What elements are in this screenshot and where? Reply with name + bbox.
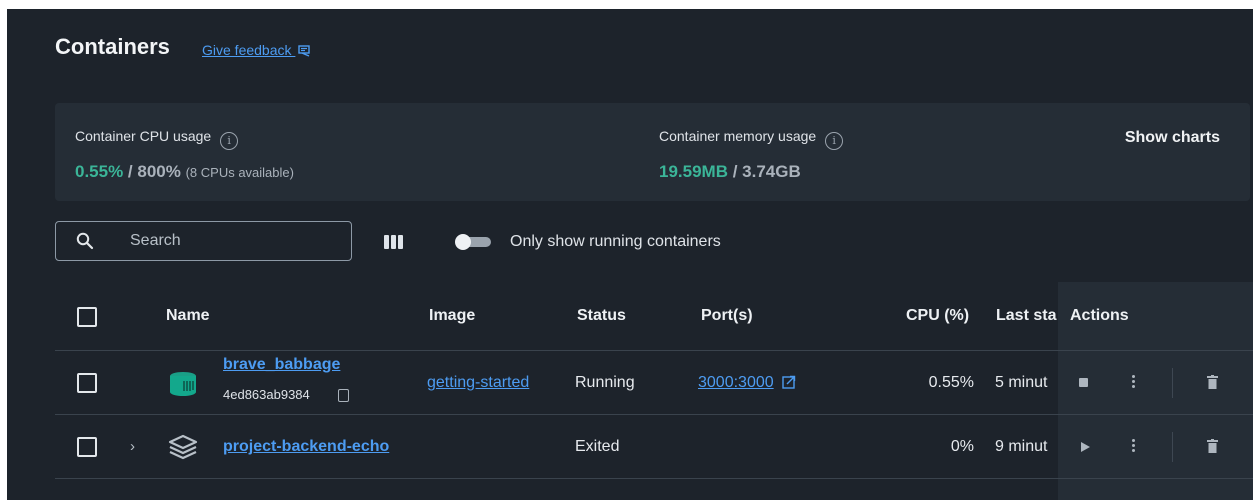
more-options-icon[interactable] bbox=[1132, 439, 1136, 454]
cpu-info-icon[interactable]: i bbox=[220, 132, 239, 150]
external-link-icon bbox=[782, 375, 796, 389]
column-header-image[interactable]: Image bbox=[429, 307, 475, 325]
last-started-value: 9 minut bbox=[995, 438, 1048, 455]
image-link[interactable]: getting-started bbox=[427, 374, 529, 391]
search-input[interactable] bbox=[130, 230, 330, 252]
actions-divider bbox=[1172, 368, 1173, 398]
search-icon bbox=[76, 232, 94, 250]
cpu-value: 0.55% bbox=[928, 374, 974, 391]
row-divider bbox=[55, 478, 1253, 479]
memory-usage-heading: Container memory usage i bbox=[659, 128, 844, 150]
row-checkbox[interactable] bbox=[77, 437, 97, 457]
column-header-ports[interactable]: Port(s) bbox=[701, 307, 753, 325]
memory-total: 3.74GB bbox=[742, 162, 801, 181]
column-header-status[interactable]: Status bbox=[577, 307, 626, 325]
memory-separator: / bbox=[727, 162, 743, 181]
port-label: 3000:3000 bbox=[698, 374, 774, 391]
select-all-checkbox[interactable] bbox=[77, 307, 97, 327]
chevron-right-icon[interactable]: › bbox=[130, 438, 135, 455]
status-text: Running bbox=[575, 374, 635, 391]
stop-icon[interactable] bbox=[1079, 378, 1088, 387]
container-icon bbox=[170, 372, 196, 396]
running-only-label: Only show running containers bbox=[510, 233, 721, 250]
cpu-available-note: (8 CPUs available) bbox=[185, 165, 294, 180]
actions-divider bbox=[1172, 432, 1173, 462]
row-checkbox[interactable] bbox=[77, 373, 97, 393]
memory-usage-label: Container memory usage bbox=[659, 128, 817, 144]
give-feedback-link[interactable]: Give feedback bbox=[202, 42, 311, 58]
container-id: 4ed863ab9384 bbox=[223, 387, 310, 402]
cpu-used: 0.55% bbox=[75, 162, 124, 181]
containers-page: Containers Give feedback Container CPU u… bbox=[7, 9, 1253, 500]
memory-usage-value: 19.59MB / 3.74GB bbox=[659, 162, 801, 182]
column-header-cpu[interactable]: CPU (%) bbox=[906, 307, 969, 325]
container-name-link[interactable]: brave_babbage bbox=[223, 356, 340, 374]
play-icon[interactable] bbox=[1081, 442, 1090, 452]
status-text: Exited bbox=[575, 438, 620, 455]
cpu-usage-heading: Container CPU usage i bbox=[75, 128, 239, 150]
port-link[interactable]: 3000:3000 bbox=[698, 374, 796, 392]
project-name-link[interactable]: project-backend-echo bbox=[223, 438, 389, 456]
copy-id-icon[interactable] bbox=[338, 389, 349, 402]
more-options-icon[interactable] bbox=[1132, 375, 1136, 390]
delete-icon[interactable] bbox=[1207, 439, 1218, 453]
show-charts-button[interactable]: Show charts bbox=[1125, 129, 1220, 147]
cpu-value: 0% bbox=[950, 438, 974, 455]
memory-info-icon[interactable]: i bbox=[825, 132, 844, 150]
row-divider bbox=[55, 414, 1253, 415]
memory-used: 19.59MB bbox=[659, 162, 728, 181]
stack-icon bbox=[168, 434, 198, 460]
usage-stats-card: Container CPU usage i 0.55% / 800% (8 CPU… bbox=[55, 103, 1250, 201]
feedback-icon bbox=[298, 45, 311, 57]
column-header-actions: Actions bbox=[1070, 307, 1129, 324]
last-started-value: 5 minut bbox=[995, 374, 1048, 391]
cpu-usage-label: Container CPU usage bbox=[75, 128, 212, 144]
search-box[interactable] bbox=[55, 221, 352, 261]
delete-icon[interactable] bbox=[1207, 375, 1218, 389]
running-only-toggle[interactable] bbox=[455, 234, 491, 250]
give-feedback-label: Give feedback bbox=[202, 42, 292, 58]
cpu-usage-value: 0.55% / 800% (8 CPUs available) bbox=[75, 162, 294, 182]
column-header-last-started[interactable]: Last sta bbox=[996, 307, 1058, 325]
page-title: Containers bbox=[55, 34, 170, 59]
cpu-total: 800% bbox=[137, 162, 181, 181]
column-header-name[interactable]: Name bbox=[166, 307, 210, 325]
header-divider bbox=[55, 350, 1253, 351]
cpu-separator: / bbox=[123, 162, 138, 181]
columns-icon[interactable] bbox=[384, 235, 403, 249]
